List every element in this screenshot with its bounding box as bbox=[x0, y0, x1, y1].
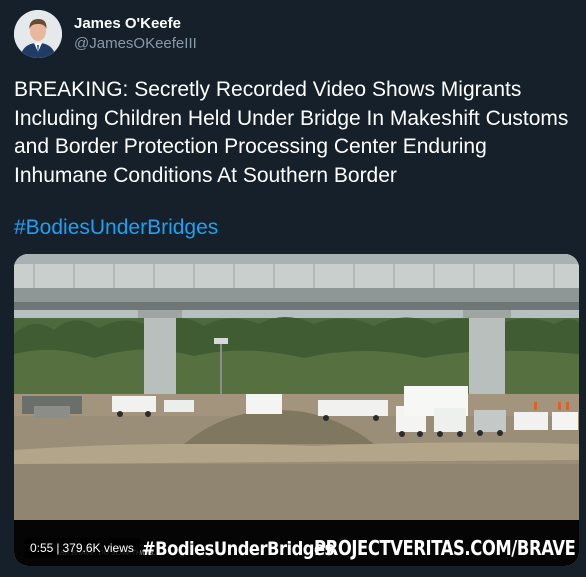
author-handle[interactable]: @JamesOKeefeIII bbox=[74, 34, 197, 54]
video-duration: 0:55 bbox=[30, 541, 54, 555]
video-player[interactable]: BE BRAVE. DO SOMETHING. #BodiesUnderBrid… bbox=[14, 254, 579, 566]
tweet-card: James O'Keefe @JamesOKeefeIII BREAKING: … bbox=[0, 0, 586, 577]
avatar[interactable] bbox=[14, 10, 62, 58]
tweet-header: James O'Keefe @JamesOKeefeIII bbox=[14, 10, 197, 58]
video-overlay-hashtag: #BodiesUnderBridges bbox=[142, 538, 334, 560]
author-display-name[interactable]: James O'Keefe bbox=[74, 14, 197, 34]
video-meta-separator: | bbox=[56, 541, 60, 555]
video-overlay-site: PROJECTVERITAS.COM/BRAVE bbox=[314, 536, 576, 560]
avatar-portrait-icon bbox=[14, 10, 62, 58]
video-view-count: 379.6K views bbox=[62, 541, 134, 555]
video-meta-badge: 0:55 | 379.6K views bbox=[24, 538, 140, 558]
hashtag-link[interactable]: #BodiesUnderBridges bbox=[14, 214, 218, 242]
author-names: James O'Keefe @JamesOKeefeIII bbox=[74, 14, 197, 54]
tweet-text: BREAKING: Secretly Recorded Video Shows … bbox=[14, 78, 569, 187]
